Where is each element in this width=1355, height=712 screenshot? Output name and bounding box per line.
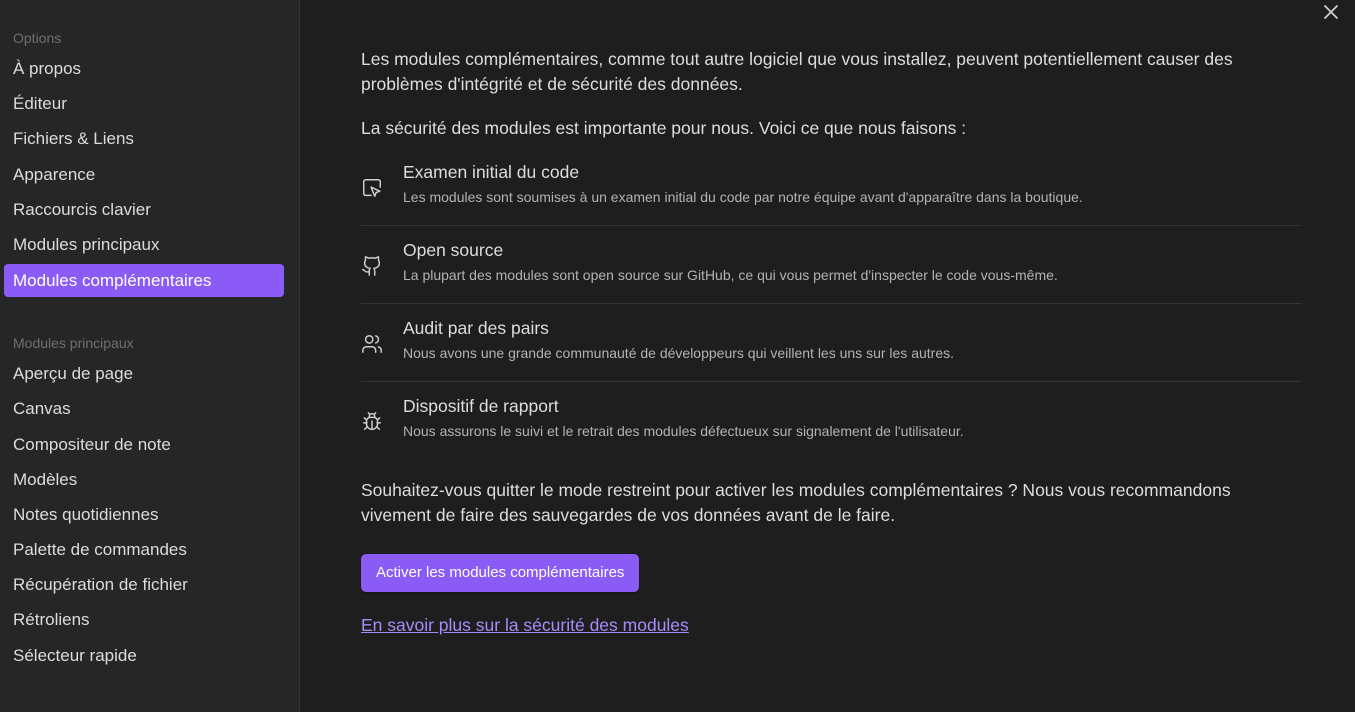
section-title-core-plugins: Modules principaux [13,335,134,352]
learn-more-security-link[interactable]: En savoir plus sur la sécurité des modul… [361,615,689,636]
feature-description: La plupart des modules sont open source … [403,267,1058,283]
feature-title: Examen initial du code [403,162,580,182]
github-icon [361,255,383,277]
sidebar-item-daily-notes[interactable]: Notes quotidiennes [4,498,284,533]
sidebar-item-about[interactable]: À propos [4,52,284,87]
sidebar-item-editor[interactable]: Éditeur [4,87,284,122]
sidebar-item-files-links[interactable]: Fichiers & Liens [4,122,284,157]
feature-description: Les modules sont soumises à un examen in… [403,189,1083,205]
section-title-options: Options [13,30,62,46]
sidebar-item-file-recovery[interactable]: Récupération de fichier [4,568,284,603]
sidebar-item-page-preview[interactable]: Aperçu de page [4,357,284,392]
feature-code-review: Examen initial du code Les modules sont … [361,148,1301,226]
feature-title: Open source [403,240,504,260]
sidebar-item-canvas[interactable]: Canvas [4,392,284,427]
feature-description: Nous avons une grande communauté de déve… [403,345,954,361]
feature-reporting: Dispositif de rapport Nous assurons le s… [361,382,1301,460]
core-plugins-nav-list: Aperçu de page Canvas Compositeur de not… [0,357,299,674]
intro-text: Les modules complémentaires, comme tout … [361,49,1233,94]
users-icon [361,333,383,355]
sidebar-item-hotkeys[interactable]: Raccourcis clavier [4,193,284,228]
sidebar-item-core-plugins[interactable]: Modules principaux [4,228,284,263]
sidebar-item-command-palette[interactable]: Palette de commandes [4,533,284,568]
sidebar-item-note-composer[interactable]: Compositeur de note [4,428,284,463]
cursor-review-icon [361,177,383,199]
settings-sidebar: Options À propos Éditeur Fichiers & Lien… [0,0,300,712]
options-nav-list: À propos Éditeur Fichiers & Liens Appare… [0,52,299,298]
restricted-mode-question: Souhaitez-vous quitter le mode restreint… [361,480,1231,525]
sidebar-item-quick-switcher[interactable]: Sélecteur rapide [4,639,284,674]
security-features-list: Examen initial du code Les modules sont … [361,148,1301,460]
bug-icon [361,411,383,433]
security-intro-text: La sécurité des modules est importante p… [361,118,967,138]
activate-community-plugins-button[interactable]: Activer les modules complémentaires [361,554,640,592]
sidebar-item-backlinks[interactable]: Rétroliens [4,603,284,638]
feature-open-source: Open source La plupart des modules sont … [361,226,1301,304]
sidebar-item-community-plugins[interactable]: Modules complémentaires [4,264,284,298]
close-icon[interactable] [1323,4,1339,20]
feature-title: Dispositif de rapport [403,396,559,416]
sidebar-item-appearance[interactable]: Apparence [4,158,284,193]
feature-title: Audit par des pairs [403,318,549,338]
feature-description: Nous assurons le suivi et le retrait des… [403,423,964,439]
feature-peer-audit: Audit par des pairs Nous avons une grand… [361,304,1301,382]
sidebar-item-templates[interactable]: Modèles [4,463,284,498]
settings-content: Les modules complémentaires, comme tout … [301,0,1355,712]
